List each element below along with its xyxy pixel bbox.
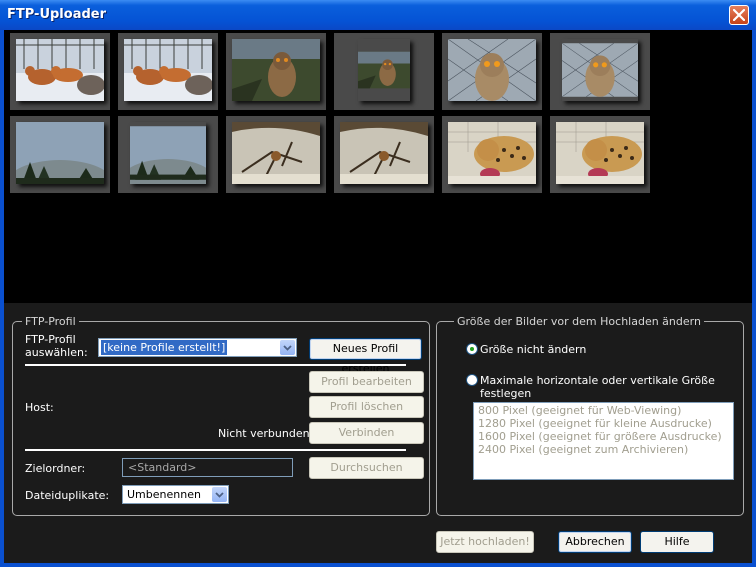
photo-foxes: [16, 39, 104, 101]
thumbnail-gallery: [4, 30, 752, 303]
duplicates-select-value: Umbenennen: [127, 488, 201, 501]
list-item[interactable]: 1280 Pixel (geeignet für kleine Ausdruck…: [478, 417, 729, 430]
thumbnail[interactable]: [334, 33, 434, 110]
thumbnail[interactable]: [442, 116, 542, 193]
profile-select-value: [keine Profile erstellt!]: [101, 340, 228, 355]
settings-panel: FTP-Profil FTP-Profil auswählen: [keine …: [4, 303, 752, 563]
duplicates-select[interactable]: Umbenennen: [122, 485, 229, 504]
photo-eagle-owl: [232, 39, 320, 101]
photo-eagle-owl: [358, 39, 410, 101]
thumbnail[interactable]: [226, 116, 326, 193]
thumbnail[interactable]: [226, 33, 326, 110]
thumbnail[interactable]: [118, 116, 218, 193]
photo-foxes: [124, 39, 212, 101]
thumbnail[interactable]: [334, 116, 434, 193]
ftp-uploader-window: FTP-Uploader FTP-Profil FTP-Profil auswä…: [0, 0, 756, 567]
list-item[interactable]: 1600 Pixel (geeignet für größere Ausdruc…: [478, 430, 729, 443]
browse-button[interactable]: Durchsuchen: [309, 457, 424, 479]
chevron-down-icon: [215, 492, 224, 498]
photo-branches-bird: [232, 122, 320, 184]
target-folder-label: Zielordner:: [25, 462, 86, 475]
photo-tree-hill: [130, 122, 206, 184]
radio-keep-size[interactable]: [466, 343, 478, 355]
host-label: Host:: [25, 401, 54, 414]
radio-max-size[interactable]: [466, 374, 478, 386]
target-folder-field[interactable]: <Standard>: [122, 458, 293, 477]
radio-max-size-label[interactable]: Maximale horizontale oder vertikale Größ…: [480, 374, 752, 400]
thumbnail[interactable]: [550, 116, 650, 193]
profile-select[interactable]: [keine Profile erstellt!]: [98, 338, 297, 357]
connect-button[interactable]: Verbinden: [309, 422, 424, 444]
title-bar[interactable]: FTP-Uploader: [0, 0, 756, 30]
photo-branches-bird: [340, 122, 428, 184]
photo-tree-hill: [16, 122, 104, 184]
thumbnail[interactable]: [442, 33, 542, 110]
resize-group-title: Größe der Bilder vor dem Hochladen änder…: [454, 315, 704, 328]
radio-selected-dot: [470, 347, 474, 351]
help-button[interactable]: Hilfe: [640, 531, 714, 553]
delete-profile-button[interactable]: Profil löschen: [309, 396, 424, 418]
close-icon: [733, 9, 745, 21]
dropdown-button[interactable]: [212, 487, 227, 502]
list-item[interactable]: 800 Pixel (geeignet für Web-Viewing): [478, 404, 729, 417]
upload-now-button[interactable]: Jetzt hochladen!: [436, 531, 534, 553]
chevron-down-icon: [283, 345, 292, 351]
size-list[interactable]: 800 Pixel (geeignet für Web-Viewing) 128…: [473, 402, 734, 480]
new-profile-button[interactable]: Neues Profil erstellen: [309, 338, 422, 375]
profile-select-label-line2: auswählen:: [25, 346, 88, 359]
dropdown-button[interactable]: [280, 340, 295, 355]
list-item[interactable]: 2400 Pixel (geeignet zum Archivieren): [478, 443, 729, 456]
ftp-profile-group-title: FTP-Profil: [22, 315, 79, 328]
thumbnail[interactable]: [10, 33, 110, 110]
photo-leopard: [556, 122, 644, 184]
photo-leopard: [448, 122, 536, 184]
radio-keep-size-label[interactable]: Größe nicht ändern: [480, 343, 586, 356]
photo-eagle-owl: [448, 39, 536, 101]
window-title: FTP-Uploader: [7, 7, 106, 22]
thumbnail[interactable]: [10, 116, 110, 193]
window-frame-bottom: [0, 563, 756, 567]
window-frame-right: [752, 30, 756, 567]
photo-eagle-owl: [562, 39, 638, 101]
thumbnail[interactable]: [118, 33, 218, 110]
edit-profile-button[interactable]: Profil bearbeiten: [309, 371, 424, 393]
close-button[interactable]: [729, 5, 749, 25]
separator: [25, 364, 406, 366]
cancel-button[interactable]: Abbrechen: [558, 531, 632, 553]
profile-select-label-line1: FTP-Profil: [25, 333, 76, 346]
connection-status: Nicht verbunden: [218, 427, 310, 440]
separator: [25, 449, 406, 451]
duplicates-label: Dateiduplikate:: [25, 489, 110, 502]
thumbnail[interactable]: [550, 33, 650, 110]
